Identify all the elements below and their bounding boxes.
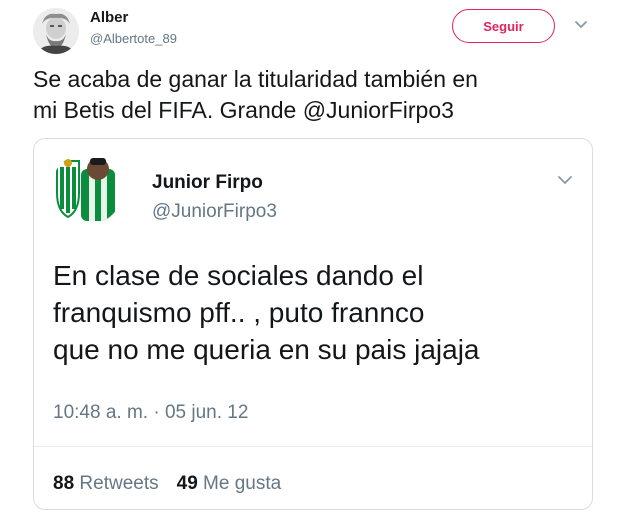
follow-button[interactable]: Seguir [452, 9, 555, 43]
quoted-tweet-text: En clase de sociales dando el franquismo… [53, 257, 583, 368]
likes-label: Me gusta [203, 473, 282, 494]
quoted-author-name[interactable]: Junior Firpo [152, 172, 263, 194]
tweet-text-line: Se acaba de ganar la titularidad también… [33, 66, 478, 92]
quoted-tweet-card[interactable]: Junior Firpo @JuniorFirpo3 En clase de s… [33, 138, 593, 510]
betis-crest-icon [51, 153, 123, 225]
chevron-down-icon[interactable] [574, 20, 588, 30]
quoted-author-handle[interactable]: @JuniorFirpo3 [152, 201, 277, 223]
author-name[interactable]: Alber [90, 9, 128, 26]
author-handle[interactable]: @Albertote_89 [90, 31, 177, 46]
likes-stat[interactable]: 49 Me gusta [177, 473, 282, 494]
retweets-stat[interactable]: 88 Retweets [53, 473, 159, 494]
quoted-author-avatar[interactable] [51, 153, 123, 225]
portrait-image [33, 8, 79, 54]
quoted-text-line: En clase de sociales dando el [53, 260, 424, 291]
quoted-timestamp[interactable]: 10:48 a. m. · 05 jun. 12 [53, 402, 248, 424]
engagement-stats: 88 Retweets 49 Me gusta [53, 473, 281, 495]
divider [34, 446, 592, 447]
retweets-label: Retweets [79, 473, 159, 494]
author-avatar[interactable] [33, 8, 79, 54]
likes-count: 49 [176, 473, 198, 494]
retweets-count: 88 [53, 473, 75, 494]
quoted-text-line: que no me queria en su pais jajaja [53, 334, 480, 365]
quoted-text-line: franquismo pff.. , puto frannco [53, 297, 425, 328]
chevron-down-icon[interactable] [557, 175, 573, 185]
tweet-text-line: mi Betis del FIFA. Grande @JuniorFirpo3 [33, 97, 454, 123]
tweet-text: Se acaba de ganar la titularidad también… [33, 64, 593, 126]
